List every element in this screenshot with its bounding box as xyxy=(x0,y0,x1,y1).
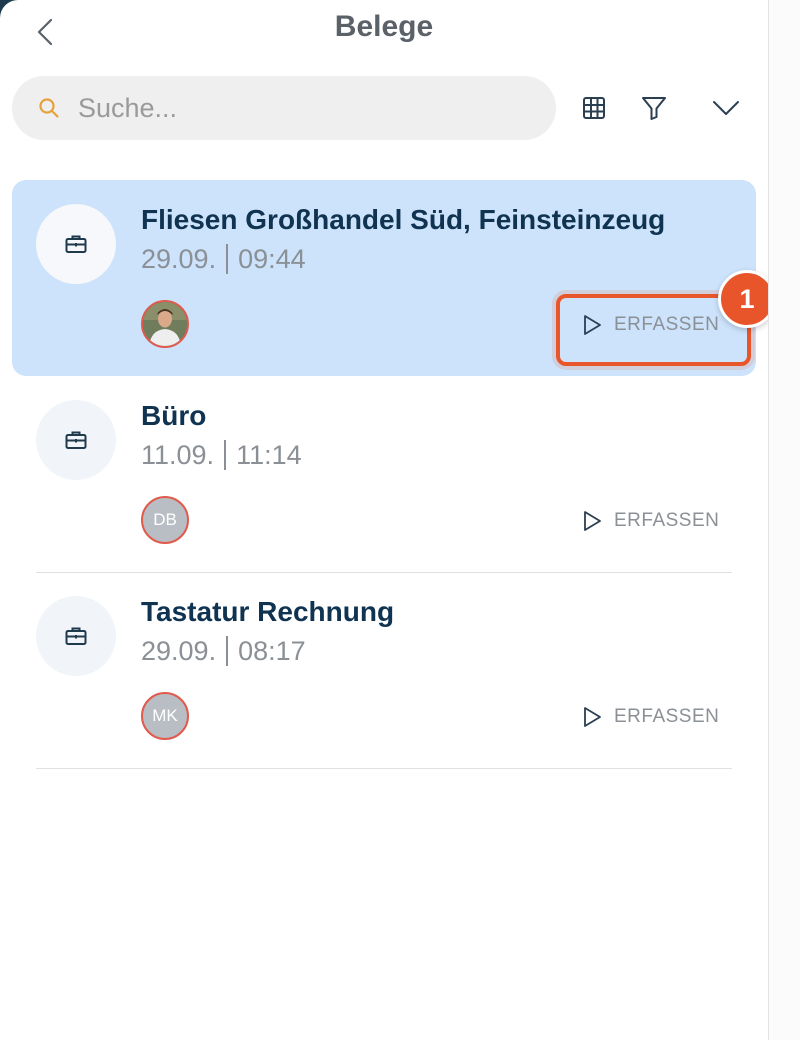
list-item[interactable]: Büro 11.09. 11:14 DB ERFASSEN xyxy=(12,376,756,573)
list-item[interactable]: Tastatur Rechnung 29.09. 08:17 MK ERFASSE… xyxy=(12,572,756,769)
item-title: Fliesen Großhandel Süd, Feinsteinzeug xyxy=(141,204,666,235)
chevron-down-icon xyxy=(713,101,739,115)
table-view-button[interactable] xyxy=(578,92,610,124)
filter-icon xyxy=(642,97,666,120)
capture-button[interactable]: ERFASSEN xyxy=(582,507,719,535)
receipt-type-avatar xyxy=(36,400,116,480)
receipts-panel: Belege Fliesen Großhandel Süd, Feinstein… xyxy=(0,0,776,1040)
receipt-type-avatar xyxy=(36,596,116,676)
list-item[interactable]: Fliesen Großhandel Süd, Feinsteinzeug 29… xyxy=(12,180,776,376)
item-datetime: 29.09. 08:17 xyxy=(141,636,306,667)
user-avatar: DB xyxy=(141,496,189,544)
user-avatar xyxy=(141,300,189,348)
item-date: 11.09. xyxy=(141,440,215,470)
item-title: Büro xyxy=(141,400,207,431)
briefcase-icon xyxy=(65,627,87,645)
play-icon xyxy=(584,511,601,531)
capture-label: ERFASSEN xyxy=(614,510,720,531)
capture-label: ERFASSEN xyxy=(614,706,720,727)
capture-button[interactable]: ERFASSEN xyxy=(582,703,719,731)
list-divider xyxy=(36,768,732,769)
briefcase-icon xyxy=(65,235,87,253)
search-input[interactable] xyxy=(78,92,518,124)
sort-dropdown-button[interactable] xyxy=(710,92,742,124)
item-time: 11:14 xyxy=(236,440,302,470)
item-time: 08:17 xyxy=(238,636,306,666)
filter-button[interactable] xyxy=(638,92,670,124)
user-avatar: MK xyxy=(141,692,189,740)
item-date: 29.09. xyxy=(141,636,217,666)
item-title: Tastatur Rechnung xyxy=(141,596,395,627)
search-icon xyxy=(39,98,59,118)
item-datetime: 11.09. 11:14 xyxy=(141,440,302,471)
capture-button[interactable]: ERFASSEN xyxy=(582,311,719,339)
item-datetime: 29.09. 09:44 xyxy=(141,244,306,275)
play-icon xyxy=(584,707,601,727)
page-title: Belege xyxy=(334,10,434,43)
play-icon xyxy=(584,315,601,335)
adjacent-pane xyxy=(769,0,800,1040)
item-date: 29.09. xyxy=(141,244,217,274)
receipt-type-avatar xyxy=(36,204,116,284)
table-icon xyxy=(583,97,605,119)
search-bar[interactable] xyxy=(12,76,556,140)
header: Belege xyxy=(0,0,768,60)
receipt-list: Fliesen Großhandel Süd, Feinsteinzeug 29… xyxy=(12,180,776,769)
briefcase-icon xyxy=(65,431,87,449)
item-time: 09:44 xyxy=(238,244,306,274)
user-photo-icon xyxy=(143,302,187,346)
capture-label: ERFASSEN xyxy=(614,314,720,335)
